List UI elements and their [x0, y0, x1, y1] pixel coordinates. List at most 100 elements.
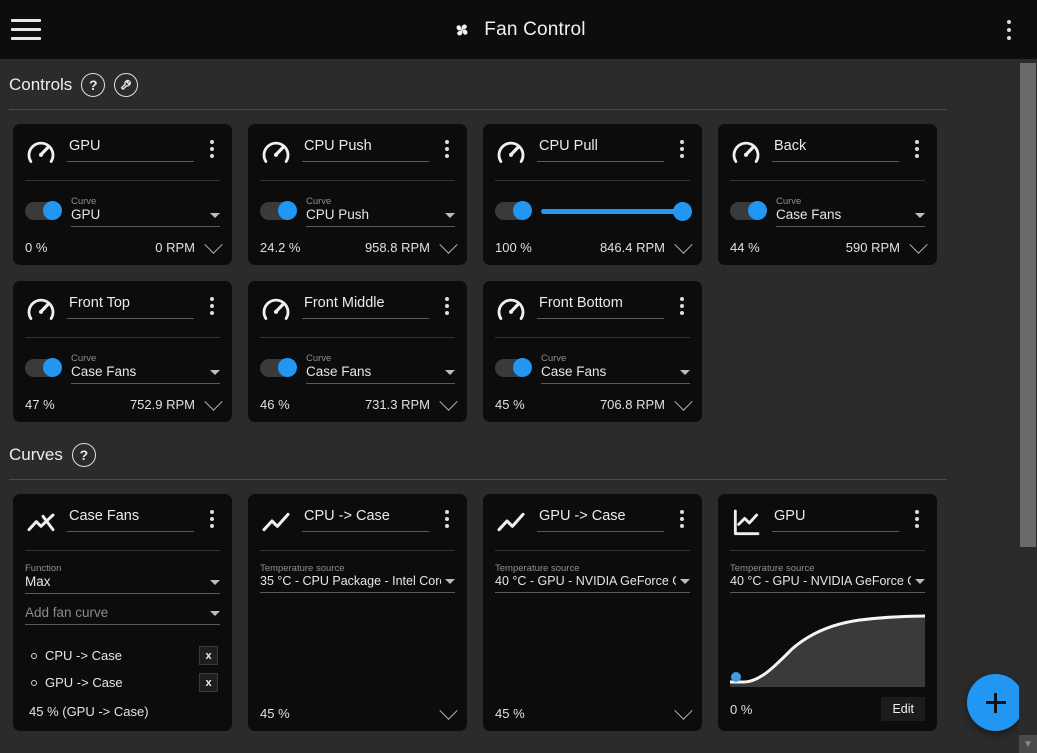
- function-value: Max: [25, 574, 51, 589]
- kebab-menu-icon[interactable]: [981, 0, 1037, 59]
- vertical-scrollbar[interactable]: ▲ ▼: [1019, 59, 1037, 753]
- curve-select[interactable]: Curve GPU: [71, 196, 220, 227]
- fan-control-card[interactable]: Back Curve Case Fans 44 % 590 RPM: [718, 124, 937, 265]
- curve-graph[interactable]: [730, 605, 925, 687]
- curve-select[interactable]: Curve Case Fans: [776, 196, 925, 227]
- card-title[interactable]: Front Top: [67, 293, 194, 319]
- chevron-down-icon[interactable]: [915, 579, 925, 584]
- wrench-icon[interactable]: [114, 73, 139, 97]
- card-title[interactable]: CPU Push: [302, 136, 429, 162]
- control-rpm: 0 RPM: [155, 240, 195, 255]
- fan-control-card[interactable]: Front Top Curve Case Fans 47 % 752.9 RPM: [13, 281, 232, 422]
- temperature-source-select[interactable]: Temperature source 40 °C - GPU - NVIDIA …: [730, 563, 925, 593]
- card-title[interactable]: GPU: [67, 136, 194, 162]
- card-title[interactable]: CPU Pull: [537, 136, 664, 162]
- curves-help-icon[interactable]: ?: [71, 443, 96, 467]
- curve-current-point[interactable]: [731, 672, 741, 682]
- line-curve-icon: [260, 507, 292, 539]
- expand-chevron-icon[interactable]: [439, 392, 458, 411]
- expand-chevron-icon[interactable]: [674, 701, 693, 720]
- scrollbar-thumb[interactable]: [1020, 63, 1036, 547]
- temperature-source-select[interactable]: Temperature source 40 °C - GPU - NVIDIA …: [495, 563, 690, 690]
- card-title[interactable]: CPU -> Case: [302, 506, 429, 532]
- expand-chevron-icon[interactable]: [439, 235, 458, 254]
- curve-card[interactable]: GPU -> Case Temperature source 40 °C - G…: [483, 494, 702, 731]
- curve-card[interactable]: Case Fans Function Max Add fan curve CPU…: [13, 494, 232, 731]
- fan-control-card[interactable]: CPU Pull 100 % 846.4 RPM: [483, 124, 702, 265]
- chevron-down-icon[interactable]: [680, 369, 690, 375]
- curve-select[interactable]: Curve Case Fans: [541, 353, 690, 384]
- curve-select[interactable]: Curve Case Fans: [71, 353, 220, 384]
- card-menu-icon[interactable]: [674, 136, 690, 158]
- expand-chevron-icon[interactable]: [909, 235, 928, 254]
- speed-slider[interactable]: [541, 201, 692, 221]
- edit-curve-button[interactable]: Edit: [881, 697, 925, 721]
- control-enable-toggle[interactable]: [730, 201, 767, 220]
- control-enable-toggle[interactable]: [495, 358, 532, 377]
- curve-select-label: Curve: [71, 352, 97, 364]
- function-select[interactable]: Function Max: [25, 563, 220, 594]
- card-menu-icon[interactable]: [204, 136, 220, 158]
- expand-chevron-icon[interactable]: [674, 235, 693, 254]
- card-menu-icon[interactable]: [204, 506, 220, 528]
- remove-curve-button[interactable]: x: [199, 646, 218, 665]
- curve-select[interactable]: Curve CPU Push: [306, 196, 455, 227]
- scroll-down-arrow[interactable]: ▼: [1019, 735, 1037, 753]
- card-menu-icon[interactable]: [439, 136, 455, 158]
- control-row: Curve Case Fans: [730, 194, 925, 228]
- card-menu-icon[interactable]: [909, 136, 925, 158]
- controls-help-icon[interactable]: ?: [81, 73, 106, 97]
- fan-control-card[interactable]: GPU Curve GPU 0 % 0 RPM: [13, 124, 232, 265]
- card-menu-icon[interactable]: [674, 506, 690, 528]
- curve-select-value: Case Fans: [541, 363, 607, 379]
- chevron-down-icon[interactable]: [680, 579, 690, 584]
- control-enable-toggle[interactable]: [260, 201, 297, 220]
- chevron-down-icon[interactable]: [210, 611, 220, 616]
- card-title[interactable]: Back: [772, 136, 899, 162]
- add-fan-curve-select[interactable]: Add fan curve: [25, 605, 220, 635]
- card-menu-icon[interactable]: [204, 293, 220, 315]
- curve-select-value: CPU Push: [306, 206, 370, 222]
- add-button[interactable]: [967, 674, 1024, 731]
- card-menu-icon[interactable]: [439, 293, 455, 315]
- card-title[interactable]: Case Fans: [67, 506, 194, 532]
- chevron-down-icon[interactable]: [210, 580, 220, 585]
- control-enable-toggle[interactable]: [495, 201, 532, 220]
- chevron-down-icon[interactable]: [210, 212, 220, 218]
- chevron-down-icon[interactable]: [210, 369, 220, 375]
- curve-select[interactable]: Curve Case Fans: [306, 353, 455, 384]
- control-enable-toggle[interactable]: [260, 358, 297, 377]
- fan-control-card[interactable]: CPU Push Curve CPU Push 24.2 % 958.8 RPM: [248, 124, 467, 265]
- chevron-down-icon[interactable]: [915, 212, 925, 218]
- control-enable-toggle[interactable]: [25, 358, 62, 377]
- card-title[interactable]: GPU -> Case: [537, 506, 664, 532]
- chevron-down-icon[interactable]: [445, 579, 455, 584]
- card-title[interactable]: Front Bottom: [537, 293, 664, 319]
- fan-control-card[interactable]: Front Bottom Curve Case Fans 45 % 706.8 …: [483, 281, 702, 422]
- fan-control-card[interactable]: Front Middle Curve Case Fans 46 % 731.3 …: [248, 281, 467, 422]
- card-menu-icon[interactable]: [674, 293, 690, 315]
- gauge-icon: [25, 294, 57, 326]
- card-footer: 45 %: [495, 701, 693, 721]
- control-enable-toggle[interactable]: [25, 201, 62, 220]
- expand-chevron-icon[interactable]: [439, 701, 458, 720]
- slider-thumb[interactable]: [673, 201, 692, 221]
- child-curve-label: CPU -> Case: [45, 648, 122, 663]
- card-menu-icon[interactable]: [909, 506, 925, 528]
- chevron-down-icon[interactable]: [445, 369, 455, 375]
- curve-card[interactable]: CPU -> Case Temperature source 35 °C - C…: [248, 494, 467, 731]
- page-title: Fan Control: [484, 18, 586, 40]
- expand-chevron-icon[interactable]: [204, 235, 223, 254]
- control-row: Curve Case Fans: [260, 351, 455, 385]
- card-menu-icon[interactable]: [439, 506, 455, 528]
- hamburger-icon[interactable]: [0, 0, 52, 59]
- remove-curve-button[interactable]: x: [199, 673, 218, 692]
- temperature-source-select[interactable]: Temperature source 35 °C - CPU Package -…: [260, 563, 455, 690]
- card-separator: [495, 550, 690, 551]
- curve-card[interactable]: GPU Temperature source 40 °C - GPU - NVI…: [718, 494, 937, 731]
- card-title[interactable]: Front Middle: [302, 293, 429, 319]
- card-title[interactable]: GPU: [772, 506, 899, 532]
- chevron-down-icon[interactable]: [445, 212, 455, 218]
- expand-chevron-icon[interactable]: [204, 392, 223, 411]
- expand-chevron-icon[interactable]: [674, 392, 693, 411]
